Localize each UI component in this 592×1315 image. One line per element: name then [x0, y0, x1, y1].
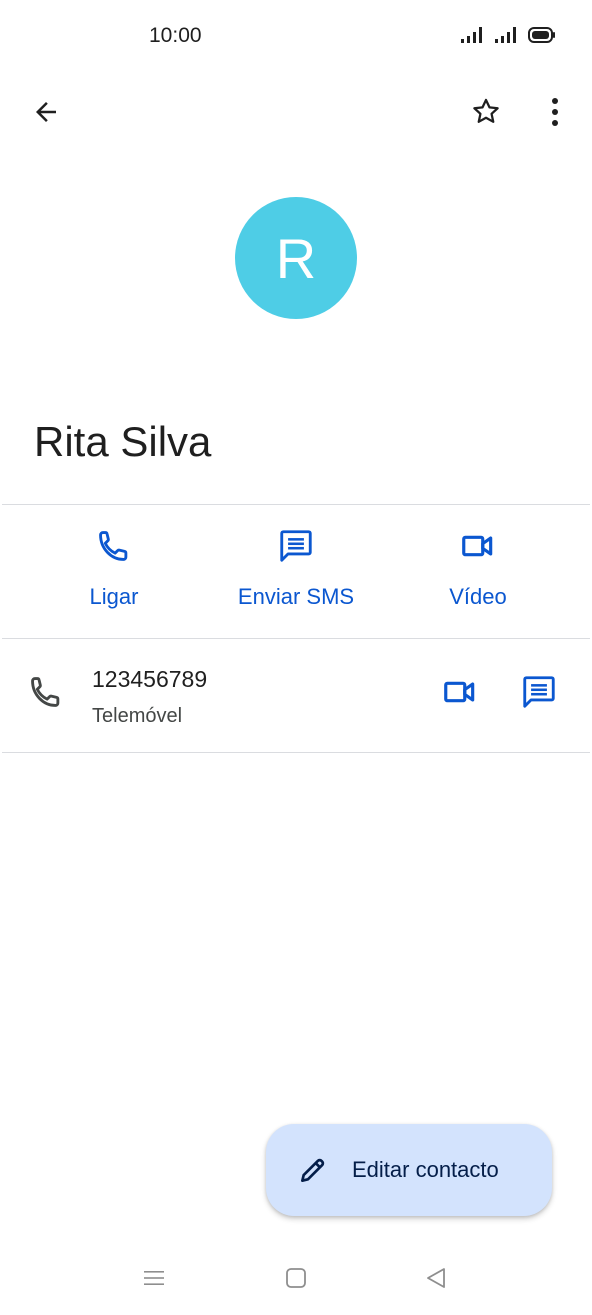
status-time: 10:00 [149, 24, 202, 47]
status-bar: 10:00 [0, 0, 592, 74]
edit-contact-label: Editar contacto [352, 1157, 499, 1182]
status-icons [460, 26, 556, 49]
divider [2, 638, 590, 639]
call-action-button[interactable]: Ligar [24, 526, 204, 618]
contact-avatar: R [235, 197, 357, 319]
menu-icon [142, 1268, 166, 1293]
nav-menu-button[interactable] [134, 1262, 174, 1298]
pencil-icon [296, 1153, 330, 1187]
more-options-button[interactable] [531, 90, 579, 138]
phone-row-call-button[interactable] [22, 670, 70, 718]
signal-icon [494, 26, 518, 49]
edit-contact-button[interactable]: Editar contacto [266, 1124, 552, 1216]
divider [2, 504, 590, 505]
phone-entry-row[interactable]: 123456789 Telemóvel [0, 640, 592, 752]
phone-number: 123456789 [92, 666, 208, 692]
phone-row-video-button[interactable] [436, 670, 484, 718]
star-outline-icon [469, 95, 503, 134]
video-action-button[interactable]: Vídeo [388, 526, 568, 618]
videocam-icon [459, 527, 497, 570]
phone-type: Telemóvel [92, 705, 183, 727]
top-app-bar [0, 80, 592, 148]
back-button[interactable] [22, 90, 70, 138]
system-nav-bar [0, 1250, 592, 1310]
home-icon [285, 1267, 307, 1294]
video-action-label: Vídeo [449, 584, 507, 609]
phone-row-sms-button[interactable] [515, 670, 563, 718]
nav-home-button[interactable] [276, 1262, 316, 1298]
phone-icon [95, 527, 133, 570]
battery-icon [528, 26, 556, 49]
message-icon [520, 673, 558, 716]
divider [2, 752, 590, 753]
arrow-back-icon [31, 97, 61, 132]
sms-action-button[interactable]: Enviar SMS [206, 526, 386, 618]
call-action-label: Ligar [89, 584, 139, 609]
nav-back-button[interactable] [416, 1262, 456, 1298]
avatar-letter: R [275, 226, 317, 290]
videocam-icon [441, 673, 479, 716]
quick-actions: Ligar Enviar SMS Vídeo [0, 506, 592, 636]
contact-name: Rita Silva [34, 418, 212, 465]
phone-icon [27, 673, 65, 716]
more-vert-icon [550, 97, 560, 132]
sms-action-label: Enviar SMS [237, 584, 355, 609]
favorite-button[interactable] [462, 90, 510, 138]
back-triangle-icon [425, 1267, 447, 1294]
message-icon [277, 527, 315, 570]
signal-icon [460, 26, 484, 49]
